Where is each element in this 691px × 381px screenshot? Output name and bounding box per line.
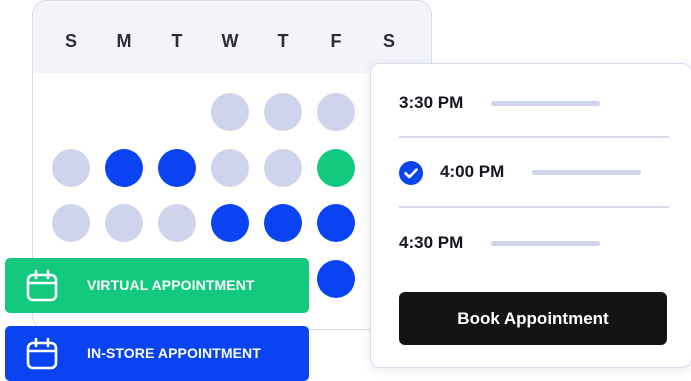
calendar-icon [25, 269, 59, 303]
weekday-label-sunday: S [64, 31, 77, 51]
calendar-day-muted[interactable] [211, 149, 249, 187]
virtual-appointment-button[interactable]: VIRTUAL APPOINTMENT [5, 258, 309, 313]
weekday-label-tuesday: T [171, 31, 183, 51]
weekday-label-friday: F [330, 31, 342, 51]
time-slot-placeholder-line [532, 170, 641, 175]
calendar-day-muted[interactable] [105, 204, 143, 242]
time-slot-divider [399, 206, 669, 208]
time-slot-3-30[interactable]: 3:30 PM [371, 83, 691, 123]
time-slot-label: 4:30 PM [399, 233, 464, 252]
virtual-appointment-label: VIRTUAL APPOINTMENT [87, 277, 255, 293]
time-slot-divider [399, 136, 669, 138]
calendar-weekday-header: S M T W T F S [33, 1, 431, 73]
in-store-appointment-label: IN-STORE APPOINTMENT [87, 345, 261, 361]
calendar-icon [25, 337, 59, 371]
check-circle-icon [399, 161, 423, 185]
calendar-day-muted[interactable] [211, 93, 249, 131]
time-slot-placeholder-line [491, 241, 600, 246]
calendar-day-active[interactable] [264, 204, 302, 242]
weekday-label-monday: M [116, 31, 132, 51]
calendar-day-muted[interactable] [158, 204, 196, 242]
time-slot-4-30[interactable]: 4:30 PM [371, 223, 691, 263]
weekday-label-wednesday: W [221, 31, 239, 51]
calendar-day-active[interactable] [317, 204, 355, 242]
calendar-day-muted[interactable] [317, 93, 355, 131]
weekday-label-thursday: T [277, 31, 289, 51]
calendar-day-active[interactable] [317, 260, 355, 298]
calendar-day-selected[interactable] [317, 149, 355, 187]
calendar-day-muted[interactable] [52, 149, 90, 187]
calendar-day-active[interactable] [158, 149, 196, 187]
book-appointment-button[interactable]: Book Appointment [399, 292, 667, 345]
calendar-day-muted[interactable] [52, 204, 90, 242]
calendar-day-active[interactable] [211, 204, 249, 242]
time-slot-4-00[interactable]: 4:00 PM [371, 152, 691, 192]
time-slot-label: 4:00 PM [440, 162, 505, 181]
in-store-appointment-button[interactable]: IN-STORE APPOINTMENT [5, 326, 309, 381]
time-slot-card: 3:30 PM 4:00 PM 4:30 PM Book Appointment [370, 63, 691, 368]
calendar-day-active[interactable] [105, 149, 143, 187]
calendar-day-muted[interactable] [264, 149, 302, 187]
time-slot-placeholder-line [491, 101, 600, 106]
calendar-day-muted[interactable] [264, 93, 302, 131]
weekday-label-saturday: S [382, 31, 395, 51]
time-slot-label: 3:30 PM [399, 93, 464, 112]
